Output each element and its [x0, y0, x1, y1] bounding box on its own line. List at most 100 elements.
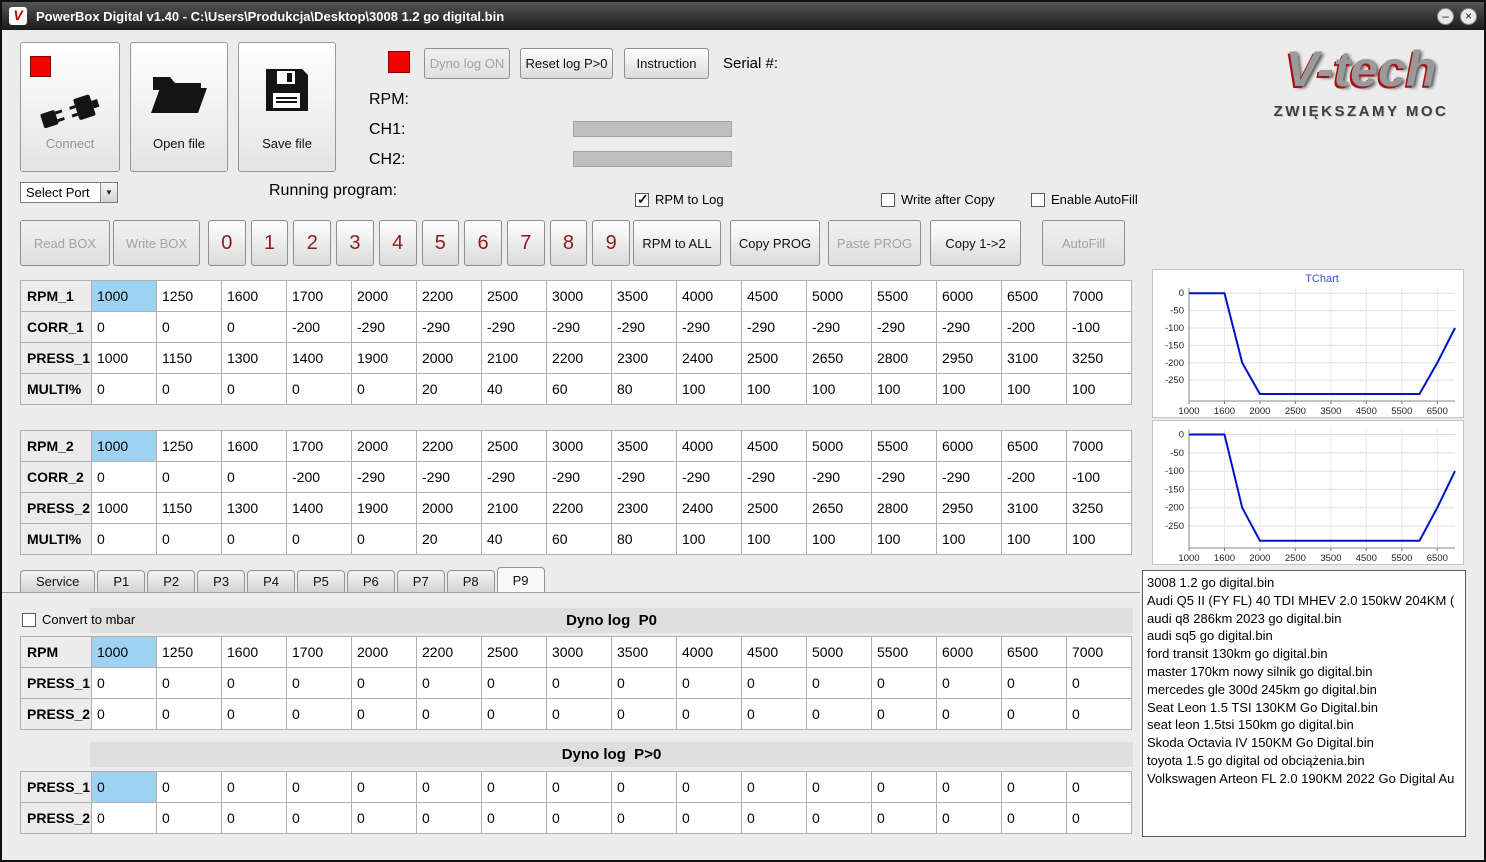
value-cell[interactable]: 0 — [1066, 771, 1132, 803]
reset-log-button[interactable]: Reset log P>0 — [520, 48, 613, 79]
value-cell[interactable]: 0 — [676, 771, 742, 803]
value-cell[interactable]: 3500 — [611, 636, 677, 668]
value-cell[interactable]: 0 — [156, 311, 222, 343]
value-cell[interactable]: -290 — [871, 311, 937, 343]
value-cell[interactable]: 100 — [676, 373, 742, 405]
value-cell[interactable]: 2100 — [481, 342, 547, 374]
value-cell[interactable]: 6500 — [1001, 430, 1067, 462]
value-cell[interactable]: -290 — [611, 311, 677, 343]
copy-prog-button[interactable]: Copy PROG — [730, 220, 820, 266]
value-cell[interactable]: 2400 — [676, 492, 742, 524]
value-cell[interactable]: 0 — [1001, 667, 1067, 699]
value-cell[interactable]: 0 — [91, 698, 157, 730]
value-cell[interactable]: 5000 — [806, 280, 872, 312]
value-cell[interactable]: 0 — [91, 311, 157, 343]
value-cell[interactable]: -200 — [1001, 461, 1067, 493]
value-cell[interactable]: 0 — [1001, 802, 1067, 834]
value-cell[interactable]: 0 — [221, 311, 287, 343]
value-cell[interactable]: 2300 — [611, 342, 677, 374]
value-cell[interactable]: 100 — [1001, 523, 1067, 555]
value-cell[interactable]: 1300 — [221, 492, 287, 524]
enable-autofill-checkbox[interactable]: Enable AutoFill — [1031, 192, 1138, 207]
value-cell[interactable]: 1000 — [91, 636, 157, 668]
value-cell[interactable]: 2200 — [546, 342, 612, 374]
tab-p9[interactable]: P9 — [496, 567, 545, 592]
rpm-to-log-checkbox[interactable]: RPM to Log — [635, 191, 724, 208]
value-cell[interactable]: 0 — [481, 667, 547, 699]
value-cell[interactable]: 4500 — [741, 280, 807, 312]
value-cell[interactable]: 0 — [1001, 771, 1067, 803]
digit-button-4[interactable]: 4 — [378, 220, 417, 266]
value-cell[interactable]: 0 — [286, 373, 352, 405]
value-cell[interactable]: 1150 — [156, 492, 222, 524]
file-item[interactable]: Audi Q5 II (FY FL) 40 TDI MHEV 2.0 150kW… — [1147, 592, 1461, 610]
convert-to-mbar-checkbox[interactable]: Convert to mbar — [22, 612, 135, 627]
value-cell[interactable]: 100 — [871, 523, 937, 555]
value-cell[interactable]: 2500 — [741, 342, 807, 374]
value-cell[interactable]: 0 — [221, 373, 287, 405]
value-cell[interactable]: -290 — [676, 311, 742, 343]
value-cell[interactable]: 1700 — [286, 636, 352, 668]
close-button[interactable]: × — [1460, 7, 1477, 25]
value-cell[interactable]: 80 — [611, 523, 677, 555]
value-cell[interactable]: -290 — [936, 461, 1002, 493]
value-cell[interactable]: 0 — [546, 771, 612, 803]
value-cell[interactable]: 0 — [676, 698, 742, 730]
value-cell[interactable]: 6000 — [936, 430, 1002, 462]
value-cell[interactable]: 0 — [286, 771, 352, 803]
value-cell[interactable]: 0 — [351, 667, 417, 699]
tab-p1[interactable]: P1 — [97, 570, 146, 592]
digit-button-0[interactable]: 0 — [208, 220, 246, 266]
value-cell[interactable]: -290 — [351, 461, 417, 493]
value-cell[interactable]: 0 — [351, 802, 417, 834]
value-cell[interactable]: 2500 — [481, 280, 547, 312]
value-cell[interactable]: 0 — [351, 698, 417, 730]
value-cell[interactable]: 40 — [481, 523, 547, 555]
value-cell[interactable]: 1900 — [351, 492, 417, 524]
value-cell[interactable]: 80 — [611, 373, 677, 405]
value-cell[interactable]: 100 — [676, 523, 742, 555]
value-cell[interactable]: 3000 — [546, 636, 612, 668]
value-cell[interactable]: 100 — [741, 523, 807, 555]
value-cell[interactable]: -290 — [806, 311, 872, 343]
file-item[interactable]: Skoda Octavia IV 150KM Go Digital.bin — [1147, 734, 1461, 752]
value-cell[interactable]: 0 — [351, 771, 417, 803]
value-cell[interactable]: 0 — [546, 698, 612, 730]
write-after-copy-checkbox[interactable]: Write after Copy — [881, 192, 995, 207]
value-cell[interactable]: 100 — [1066, 523, 1132, 555]
value-cell[interactable]: 0 — [156, 667, 222, 699]
value-cell[interactable]: -290 — [741, 311, 807, 343]
value-cell[interactable]: 0 — [286, 667, 352, 699]
value-cell[interactable]: 0 — [156, 461, 222, 493]
value-cell[interactable]: 4000 — [676, 636, 742, 668]
value-cell[interactable]: 20 — [416, 373, 482, 405]
value-cell[interactable]: 0 — [611, 698, 677, 730]
value-cell[interactable]: 2800 — [871, 492, 937, 524]
value-cell[interactable]: 0 — [286, 523, 352, 555]
value-cell[interactable]: 2000 — [351, 280, 417, 312]
file-item[interactable]: audi q8 286km 2023 go digital.bin — [1147, 610, 1461, 628]
value-cell[interactable]: 100 — [936, 523, 1002, 555]
value-cell[interactable]: 2200 — [416, 636, 482, 668]
value-cell[interactable]: 0 — [481, 698, 547, 730]
file-item[interactable]: mercedes gle 300d 245km go digital.bin — [1147, 681, 1461, 699]
value-cell[interactable]: 0 — [221, 802, 287, 834]
save-file-button[interactable]: Save file — [238, 42, 336, 172]
file-item[interactable]: Seat Leon 1.5 TSI 130KM Go Digital.bin — [1147, 699, 1461, 717]
file-item[interactable]: audi sq5 go digital.bin — [1147, 627, 1461, 645]
value-cell[interactable]: 1400 — [286, 492, 352, 524]
minimize-button[interactable]: – — [1437, 7, 1454, 25]
value-cell[interactable]: -290 — [676, 461, 742, 493]
value-cell[interactable]: 100 — [806, 523, 872, 555]
value-cell[interactable]: 0 — [481, 802, 547, 834]
digit-button-6[interactable]: 6 — [464, 220, 502, 266]
value-cell[interactable]: 2500 — [481, 636, 547, 668]
digit-button-8[interactable]: 8 — [549, 220, 588, 266]
value-cell[interactable]: 100 — [741, 373, 807, 405]
value-cell[interactable]: 1250 — [156, 430, 222, 462]
port-select[interactable]: Select Port ▼ — [20, 182, 118, 203]
value-cell[interactable]: 1000 — [91, 280, 157, 312]
value-cell[interactable]: 1600 — [221, 280, 287, 312]
digit-button-1[interactable]: 1 — [250, 220, 289, 266]
value-cell[interactable]: -290 — [741, 461, 807, 493]
